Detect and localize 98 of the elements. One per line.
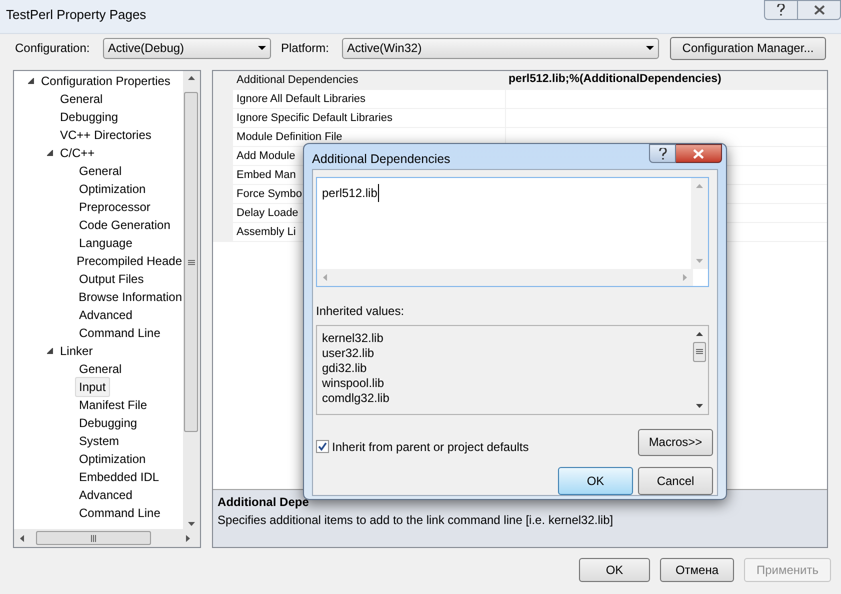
property-name[interactable]: Add Module bbox=[236, 148, 296, 164]
tree-item[interactable]: General bbox=[78, 359, 123, 379]
close-button[interactable] bbox=[798, 0, 841, 20]
tree-item[interactable]: Advanced bbox=[78, 305, 134, 325]
configuration-manager-button[interactable]: Configuration Manager... bbox=[670, 36, 826, 60]
configuration-dropdown[interactable]: Active(Debug) bbox=[103, 38, 271, 58]
property-name[interactable]: Ignore Specific Default Libraries bbox=[236, 110, 392, 126]
tree-item[interactable]: Language bbox=[78, 233, 134, 253]
help-icon bbox=[658, 148, 666, 160]
scroll-left-icon bbox=[20, 534, 24, 542]
property-name[interactable]: Delay Loade bbox=[236, 204, 298, 222]
tree-item[interactable]: General bbox=[78, 161, 123, 181]
close-icon bbox=[814, 5, 824, 15]
macros-button[interactable]: Macros>> bbox=[638, 428, 713, 456]
tree-item[interactable]: VC++ Directories bbox=[59, 125, 152, 145]
scroll-down-icon bbox=[188, 522, 195, 526]
scroll-up-icon bbox=[696, 332, 703, 336]
tree-item[interactable]: Code Generation bbox=[78, 215, 172, 235]
tree-item[interactable]: Linker bbox=[59, 341, 94, 361]
horizontal-scrollbar[interactable] bbox=[317, 268, 693, 286]
property-name[interactable]: Additional Dependencies bbox=[236, 72, 358, 88]
property-value-cell[interactable] bbox=[504, 90, 827, 109]
property-value[interactable]: perl512.lib;%(AdditionalDependencies) bbox=[508, 71, 722, 89]
property-name-cell[interactable]: Ignore All Default Libraries bbox=[232, 90, 505, 109]
help-button[interactable] bbox=[764, 0, 798, 20]
inherited-value: comdlg32.lib bbox=[322, 390, 390, 406]
caret-icon bbox=[646, 46, 654, 50]
inherited-value: gdi32.lib bbox=[322, 360, 367, 376]
property-name[interactable]: Ignore All Default Libraries bbox=[236, 90, 366, 108]
tree-item[interactable]: Debugging bbox=[59, 107, 120, 127]
vertical-scrollbar[interactable] bbox=[182, 71, 200, 531]
checkbox-label: Inherit from parent or project defaults bbox=[332, 438, 529, 456]
scrollbar-thumb[interactable] bbox=[693, 342, 706, 362]
close-icon bbox=[693, 148, 704, 158]
tree-item[interactable]: Command Line bbox=[78, 503, 162, 522]
dialog-button[interactable]: OK bbox=[579, 558, 650, 582]
expanded-icon[interactable] bbox=[47, 150, 53, 156]
property-name[interactable]: Assembly Li bbox=[236, 224, 296, 240]
dependencies-field[interactable]: perl512.lib bbox=[316, 176, 709, 287]
tree-item[interactable]: Optimization bbox=[78, 449, 147, 469]
tree-item[interactable]: Output Files bbox=[78, 269, 145, 289]
inherited-value: winspool.lib bbox=[322, 376, 384, 391]
scroll-up-icon bbox=[188, 76, 195, 80]
tree-item[interactable]: Manifest File bbox=[78, 395, 148, 415]
tree-item[interactable]: Preprocessor bbox=[78, 197, 152, 217]
scroll-down-icon bbox=[696, 404, 703, 408]
expanded-icon[interactable] bbox=[28, 78, 34, 84]
property-name-cell[interactable]: Additional Dependencies bbox=[232, 71, 505, 90]
dialog-button[interactable]: Отмена bbox=[660, 558, 734, 582]
tree-item[interactable]: Input bbox=[75, 377, 110, 397]
tree-item[interactable]: Browse Information bbox=[78, 287, 183, 307]
scroll-right-icon bbox=[186, 534, 190, 542]
property-name-cell[interactable]: Ignore Specific Default Libraries bbox=[232, 109, 505, 128]
property-name[interactable]: Force Symbo bbox=[236, 186, 302, 202]
inherit-checkbox[interactable] bbox=[316, 440, 329, 453]
window-title: TestPerl Property Pages bbox=[6, 6, 146, 24]
grip-icon bbox=[188, 260, 195, 264]
tree-item[interactable]: Debugging bbox=[78, 413, 138, 433]
ok-button[interactable]: OK bbox=[558, 466, 633, 495]
grip-icon bbox=[91, 534, 96, 542]
caret-icon bbox=[258, 46, 266, 50]
tree-item[interactable]: Command Line bbox=[78, 323, 162, 343]
platform-label: Platform: bbox=[281, 40, 330, 57]
inherited-value: user32.lib bbox=[322, 346, 374, 361]
horizontal-scrollbar[interactable] bbox=[14, 529, 200, 547]
description-title: Additional Depe bbox=[218, 494, 309, 511]
tree-item[interactable]: Advanced bbox=[78, 485, 134, 505]
field-value: perl512.lib bbox=[322, 184, 380, 202]
property-value-cell[interactable]: perl512.lib;%(AdditionalDependencies) bbox=[504, 71, 827, 90]
property-name[interactable]: Module Definition File bbox=[236, 128, 342, 146]
inherited-values-label: Inherited values: bbox=[316, 302, 404, 320]
tree-item[interactable]: C/C++ bbox=[59, 143, 96, 163]
check-icon bbox=[318, 442, 327, 451]
tree-item[interactable]: Precompiled Heade bbox=[76, 251, 183, 271]
tree-item[interactable]: General bbox=[59, 89, 104, 109]
cancel-button[interactable]: Cancel bbox=[638, 466, 713, 495]
grip-icon bbox=[696, 349, 703, 354]
inherited-value: kernel32.lib bbox=[322, 330, 384, 346]
dialog-title: Additional Dependencies bbox=[312, 151, 450, 168]
tree-item[interactable]: Optimization bbox=[78, 179, 147, 199]
platform-dropdown[interactable]: Active(Win32) bbox=[342, 38, 659, 58]
scroll-left-icon bbox=[323, 274, 327, 281]
scroll-right-icon bbox=[683, 274, 687, 281]
property-name[interactable]: Embed Man bbox=[236, 166, 296, 184]
scroll-down-icon bbox=[696, 258, 703, 263]
tree-item[interactable]: System bbox=[78, 431, 120, 451]
vertical-scrollbar[interactable] bbox=[691, 178, 708, 269]
description-text: Specifies additional items to add to the link command line [i.e. kernel32.lib] bbox=[218, 512, 614, 529]
scrollbar-thumb[interactable] bbox=[36, 531, 151, 545]
help-icon bbox=[777, 4, 785, 16]
scrollbar-thumb[interactable] bbox=[184, 92, 198, 432]
tree-item[interactable]: Configuration Properties bbox=[40, 71, 172, 91]
help-button[interactable] bbox=[649, 144, 676, 163]
expanded-icon[interactable] bbox=[47, 348, 53, 354]
configuration-label: Configuration: bbox=[15, 40, 91, 57]
tree-item[interactable]: Embedded IDL bbox=[78, 467, 160, 487]
property-value-cell[interactable] bbox=[504, 109, 827, 128]
close-button[interactable] bbox=[676, 144, 722, 163]
